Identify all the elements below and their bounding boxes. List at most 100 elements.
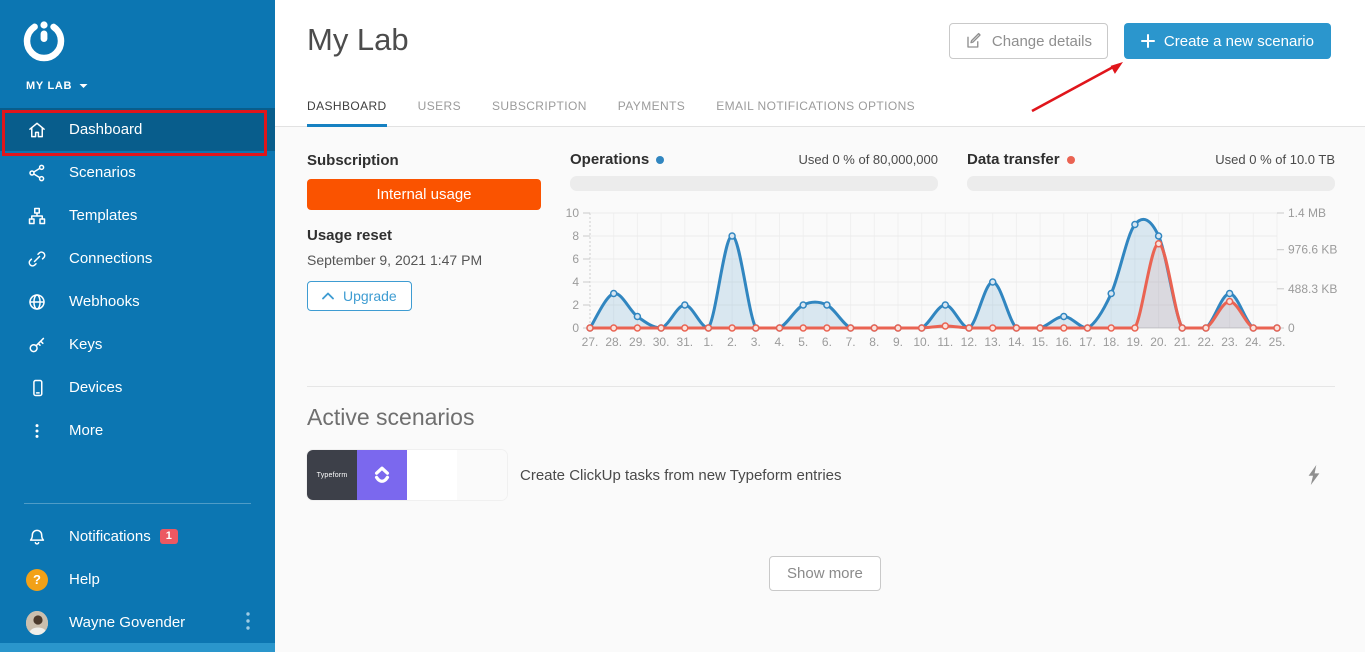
- tab-payments[interactable]: PAYMENTS: [618, 99, 685, 127]
- sidebar-item-label: Connections: [69, 250, 152, 267]
- subscription-heading: Subscription: [307, 152, 541, 169]
- svg-text:8.: 8.: [869, 335, 879, 349]
- sidebar-item-devices[interactable]: Devices: [0, 366, 275, 409]
- sidebar-item-webhooks[interactable]: Webhooks: [0, 280, 275, 323]
- tab-users[interactable]: USERS: [418, 99, 461, 127]
- svg-text:488.3 KB: 488.3 KB: [1288, 282, 1337, 296]
- sidebar-divider: [24, 503, 251, 504]
- data-transfer-used-text: Used 0 % of 10.0 TB: [1215, 152, 1335, 167]
- change-details-label: Change details: [992, 33, 1092, 50]
- page-title: My Lab: [307, 22, 409, 58]
- section-divider: [307, 386, 1335, 387]
- blank-app-tile: [407, 450, 457, 500]
- sidebar-item-label: Scenarios: [69, 164, 136, 181]
- sidebar-item-keys[interactable]: Keys: [0, 323, 275, 366]
- svg-text:21.: 21.: [1174, 335, 1191, 349]
- sidebar-item-label: Webhooks: [69, 293, 140, 310]
- sidebar-item-connections[interactable]: Connections: [0, 237, 275, 280]
- sidebar-item-label: Devices: [69, 379, 122, 396]
- integromat-logo-icon[interactable]: [20, 14, 68, 67]
- svg-text:24.: 24.: [1245, 335, 1262, 349]
- avatar: [26, 612, 48, 634]
- home-icon: [26, 119, 48, 141]
- user-menu-dots-icon[interactable]: [245, 611, 251, 635]
- upgrade-label: Upgrade: [343, 288, 397, 304]
- create-scenario-label: Create a new scenario: [1164, 33, 1314, 50]
- typeform-app-icon: Typeform: [307, 450, 357, 500]
- sidebar-bottom-strip: [0, 643, 275, 652]
- svg-text:7.: 7.: [846, 335, 856, 349]
- svg-text:12.: 12.: [961, 335, 978, 349]
- help-icon: ?: [26, 569, 48, 591]
- svg-text:9.: 9.: [893, 335, 903, 349]
- clickup-app-icon: [357, 450, 407, 500]
- scenario-title: Create ClickUp tasks from new Typeform e…: [520, 467, 842, 484]
- sidebar-item-label: Keys: [69, 336, 102, 353]
- operations-legend-dot: [656, 156, 664, 164]
- sidebar-item-label: Notifications: [69, 528, 151, 545]
- sidebar-item-notifications[interactable]: Notifications 1: [0, 515, 275, 558]
- svg-text:28.: 28.: [605, 335, 622, 349]
- usage-reset-value: September 9, 2021 1:47 PM: [307, 252, 541, 268]
- team-name: MY LAB: [26, 80, 72, 92]
- device-icon: [26, 377, 48, 399]
- notifications-badge: 1: [160, 529, 178, 544]
- svg-text:15.: 15.: [1032, 335, 1049, 349]
- svg-text:6.: 6.: [822, 335, 832, 349]
- scenario-row[interactable]: Typeform Create ClickUp tasks from new T…: [307, 450, 1335, 500]
- chevron-down-icon: [79, 83, 88, 89]
- sidebar-item-dashboard[interactable]: Dashboard: [0, 108, 275, 151]
- globe-icon: [26, 291, 48, 313]
- svg-text:13.: 13.: [984, 335, 1001, 349]
- operations-usage: Operations Used 0 % of 80,000,000: [570, 151, 938, 191]
- svg-text:1.: 1.: [703, 335, 713, 349]
- sidebar-item-scenarios[interactable]: Scenarios: [0, 151, 275, 194]
- svg-text:4: 4: [572, 275, 579, 289]
- sidebar-item-help[interactable]: ? Help: [0, 558, 275, 601]
- bell-icon: [26, 526, 48, 548]
- svg-text:20.: 20.: [1150, 335, 1167, 349]
- link-icon: [26, 248, 48, 270]
- user-name: Wayne Govender: [69, 614, 185, 631]
- svg-text:29.: 29.: [629, 335, 646, 349]
- data-transfer-label: Data transfer: [967, 151, 1060, 168]
- svg-text:3.: 3.: [751, 335, 761, 349]
- upgrade-button[interactable]: Upgrade: [307, 281, 412, 311]
- svg-text:27.: 27.: [582, 335, 599, 349]
- svg-text:0: 0: [1288, 321, 1295, 335]
- plus-icon: [1141, 34, 1155, 48]
- chevron-up-icon: [322, 292, 334, 300]
- tab-subscription[interactable]: SUBSCRIPTION: [492, 99, 587, 127]
- svg-text:4.: 4.: [774, 335, 784, 349]
- svg-text:2.: 2.: [727, 335, 737, 349]
- instant-trigger-bolt-icon: [1308, 465, 1321, 485]
- svg-text:19.: 19.: [1127, 335, 1144, 349]
- create-scenario-button[interactable]: Create a new scenario: [1124, 23, 1331, 59]
- sitemap-icon: [26, 205, 48, 227]
- data-transfer-legend-dot: [1067, 156, 1075, 164]
- svg-text:23.: 23.: [1221, 335, 1238, 349]
- usage-chart: 02468100488.3 KB976.6 KB1.4 MB27.28.29.3…: [550, 200, 1350, 363]
- change-details-button[interactable]: Change details: [949, 23, 1108, 59]
- svg-text:30.: 30.: [653, 335, 670, 349]
- svg-text:14.: 14.: [1008, 335, 1025, 349]
- svg-text:2: 2: [572, 298, 579, 312]
- plan-button[interactable]: Internal usage: [307, 179, 541, 210]
- sidebar-item-more[interactable]: More: [0, 409, 275, 452]
- page-header: My Lab DASHBOARD USERS SUBSCRIPTION PAYMENT…: [275, 0, 1365, 127]
- subscription-panel: Subscription Internal usage Usage reset …: [307, 152, 541, 311]
- svg-text:10: 10: [566, 206, 580, 220]
- svg-text:22.: 22.: [1198, 335, 1215, 349]
- usage-reset-heading: Usage reset: [307, 227, 541, 244]
- tab-email-notifications-options[interactable]: EMAIL NOTIFICATIONS OPTIONS: [716, 99, 915, 127]
- share-icon: [26, 162, 48, 184]
- svg-text:976.6 KB: 976.6 KB: [1288, 243, 1337, 257]
- sidebar-item-profile[interactable]: Wayne Govender: [0, 601, 275, 644]
- show-more-button[interactable]: Show more: [769, 556, 881, 591]
- svg-text:6: 6: [572, 252, 579, 266]
- active-scenarios-heading: Active scenarios: [307, 404, 474, 431]
- blank-app-tile: [457, 450, 507, 500]
- team-switcher[interactable]: MY LAB: [26, 80, 88, 92]
- sidebar-item-templates[interactable]: Templates: [0, 194, 275, 237]
- tab-dashboard[interactable]: DASHBOARD: [307, 99, 387, 127]
